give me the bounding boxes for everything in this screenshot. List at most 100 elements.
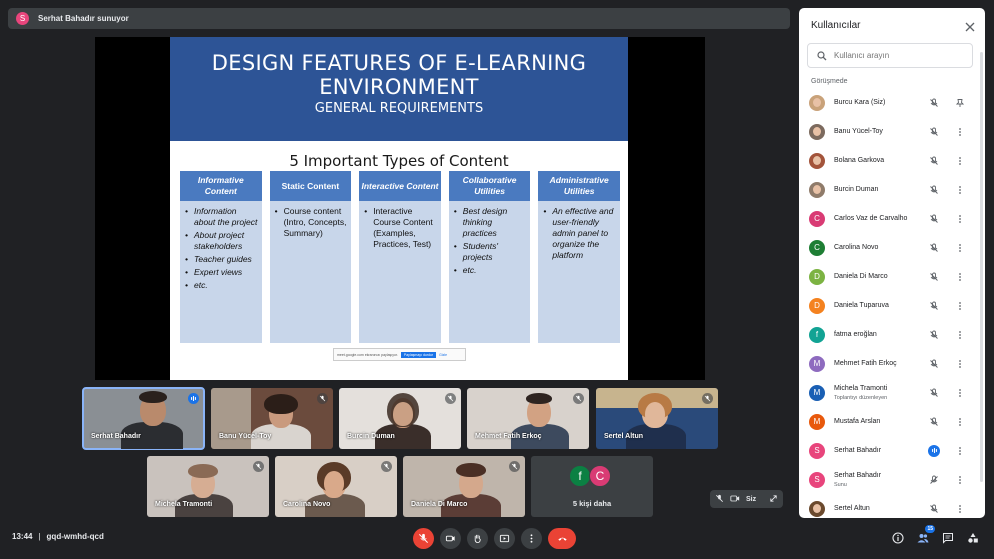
content-column: Interactive Content Interactive Course Co… — [359, 171, 441, 343]
present-button[interactable] — [494, 528, 515, 549]
people-panel: Kullanıcılar Görüşmede Burcu Kara (Siz)B… — [799, 8, 985, 518]
participant-tile[interactable]: Sertel Altun — [596, 388, 718, 449]
participant-row[interactable]: C Carlos Vaz de Carvalho — [799, 204, 985, 233]
pin-icon[interactable] — [954, 97, 966, 109]
presenting-banner: S Serhat Bahadır sunuyor — [8, 8, 790, 29]
more-vert-icon[interactable] — [954, 300, 966, 312]
more-vert-icon[interactable] — [954, 358, 966, 370]
mic-off-icon[interactable] — [928, 416, 940, 428]
participant-row[interactable]: Burcin Duman — [799, 175, 985, 204]
presenter-avatar: S — [16, 12, 29, 25]
mic-off-icon[interactable] — [928, 329, 940, 341]
search-input[interactable] — [834, 51, 964, 60]
more-participants-tile[interactable]: f C 5 kişi daha — [531, 456, 653, 517]
stop-sharing-button[interactable]: Paylaşmayı durdur — [400, 351, 437, 358]
activities-icon — [968, 533, 978, 543]
self-view-pill[interactable]: Siz — [710, 490, 783, 508]
participant-tile[interactable]: Daniela Di Marco — [403, 456, 525, 517]
more-vert-icon[interactable] — [954, 445, 966, 457]
more-vert-icon[interactable] — [954, 503, 966, 515]
people-button[interactable]: 15 — [914, 525, 935, 547]
more-vert-icon[interactable] — [954, 242, 966, 254]
leave-call-button[interactable] — [548, 528, 576, 549]
raise-hand-button[interactable] — [467, 528, 488, 549]
participant-row[interactable]: Burcu Kara (Siz) — [799, 88, 985, 117]
mic-toggle-button[interactable] — [413, 528, 434, 549]
column-body: Interactive Course Content (Examples, Pr… — [359, 201, 441, 343]
participant-tile[interactable]: Serhat Bahadır — [82, 387, 205, 450]
participant-row[interactable]: S Serhat Bahadır Sunu — [799, 465, 985, 494]
mic-off-icon[interactable] — [928, 155, 940, 167]
column-title: Interactive Content — [359, 171, 441, 201]
mic-off-icon[interactable] — [928, 97, 940, 109]
mic-off-icon[interactable] — [928, 300, 940, 312]
camera-toggle-button[interactable] — [440, 528, 461, 549]
expand-icon[interactable] — [769, 494, 778, 505]
more-vert-icon[interactable] — [954, 155, 966, 167]
participant-row[interactable]: C Carolina Novo — [799, 233, 985, 262]
participant-row[interactable]: Sertel Altun — [799, 494, 985, 518]
avatar: S — [809, 471, 825, 488]
speaking-indicator-icon[interactable] — [928, 444, 940, 457]
presentation-stage[interactable]: DESIGN FEATURES OF E-LEARNING ENVIRONMEN… — [95, 37, 705, 380]
slide-title: DESIGN FEATURES OF E-LEARNING ENVIRONMEN… — [211, 51, 587, 99]
mic-off-icon[interactable] — [928, 213, 940, 225]
activities-button[interactable] — [964, 529, 982, 547]
participant-tile[interactable]: Mehmet Fatih Erkoç — [467, 388, 589, 449]
more-vert-icon[interactable] — [954, 329, 966, 341]
section-label: Görüşmede — [811, 78, 848, 85]
scrollbar[interactable] — [980, 52, 983, 482]
mic-off-icon[interactable] — [928, 184, 940, 196]
mic-off-icon — [445, 393, 456, 404]
participant-name: Mustafa Arslan — [834, 418, 881, 425]
participant-row[interactable]: M Mehmet Fatih Erkoç — [799, 349, 985, 378]
mic-off-icon[interactable] — [928, 358, 940, 370]
camera-icon[interactable] — [730, 494, 740, 505]
participant-row[interactable]: D Daniela Di Marco — [799, 262, 985, 291]
column-body: An effective and user-friendly admin pan… — [538, 201, 620, 343]
more-vert-icon[interactable] — [954, 387, 966, 399]
participant-name: Banu Yücel-Toy — [834, 128, 883, 135]
avatar: M — [809, 413, 825, 430]
screen-share-bar: meet.google.com ekranınızı paylaşıyor. P… — [333, 348, 466, 361]
more-options-button[interactable] — [521, 528, 542, 549]
info-icon — [892, 532, 904, 544]
participant-tile[interactable]: Banu Yücel-Toy — [211, 388, 333, 449]
search-box[interactable] — [807, 43, 973, 68]
more-vert-icon[interactable] — [954, 184, 966, 196]
info-button[interactable] — [889, 529, 907, 547]
mic-off-icon[interactable] — [928, 242, 940, 254]
participant-tile[interactable]: Burcin Duman — [339, 388, 461, 449]
content-column: Collaborative UtilitiesBest design think… — [448, 171, 531, 343]
mic-off-icon[interactable] — [928, 126, 940, 138]
mic-off-icon[interactable] — [928, 387, 940, 399]
participant-row[interactable]: M Michela Tramonti Toplantıyı düzenleyen — [799, 378, 985, 407]
more-vert-icon[interactable] — [954, 126, 966, 138]
column-title: Collaborative Utilities — [448, 171, 531, 201]
more-vert-icon[interactable] — [954, 271, 966, 283]
participant-row[interactable]: Banu Yücel-Toy — [799, 117, 985, 146]
hide-button[interactable]: Gizle — [439, 353, 447, 357]
participant-row[interactable]: f fatma eroğlan — [799, 320, 985, 349]
participant-name: Bolana Garkova — [834, 157, 885, 164]
participant-tile[interactable]: Carolina Novo — [275, 456, 397, 517]
meeting-code: gqd-wmhd-qcd — [46, 532, 104, 541]
close-icon[interactable] — [965, 19, 975, 32]
participant-tile[interactable]: Michela Tramonti — [147, 456, 269, 517]
mic-off-icon — [381, 461, 392, 472]
participant-row[interactable]: D Daniela Tuparuva — [799, 291, 985, 320]
more-vert-icon[interactable] — [954, 474, 966, 486]
mic-off-icon[interactable] — [715, 494, 724, 505]
participant-role: Sunu — [834, 482, 847, 488]
participant-name: Burcin Duman — [834, 186, 879, 193]
participant-row[interactable]: M Mustafa Arslan — [799, 407, 985, 436]
mic-off-icon[interactable] — [928, 474, 940, 486]
mic-off-icon[interactable] — [928, 503, 940, 515]
more-vert-icon[interactable] — [954, 213, 966, 225]
more-vert-icon[interactable] — [954, 416, 966, 428]
participant-row[interactable]: Bolana Garkova — [799, 146, 985, 175]
mic-off-icon[interactable] — [928, 271, 940, 283]
chat-button[interactable] — [939, 529, 957, 547]
participant-row[interactable]: S Serhat Bahadır — [799, 436, 985, 465]
self-label: Siz — [746, 495, 757, 503]
